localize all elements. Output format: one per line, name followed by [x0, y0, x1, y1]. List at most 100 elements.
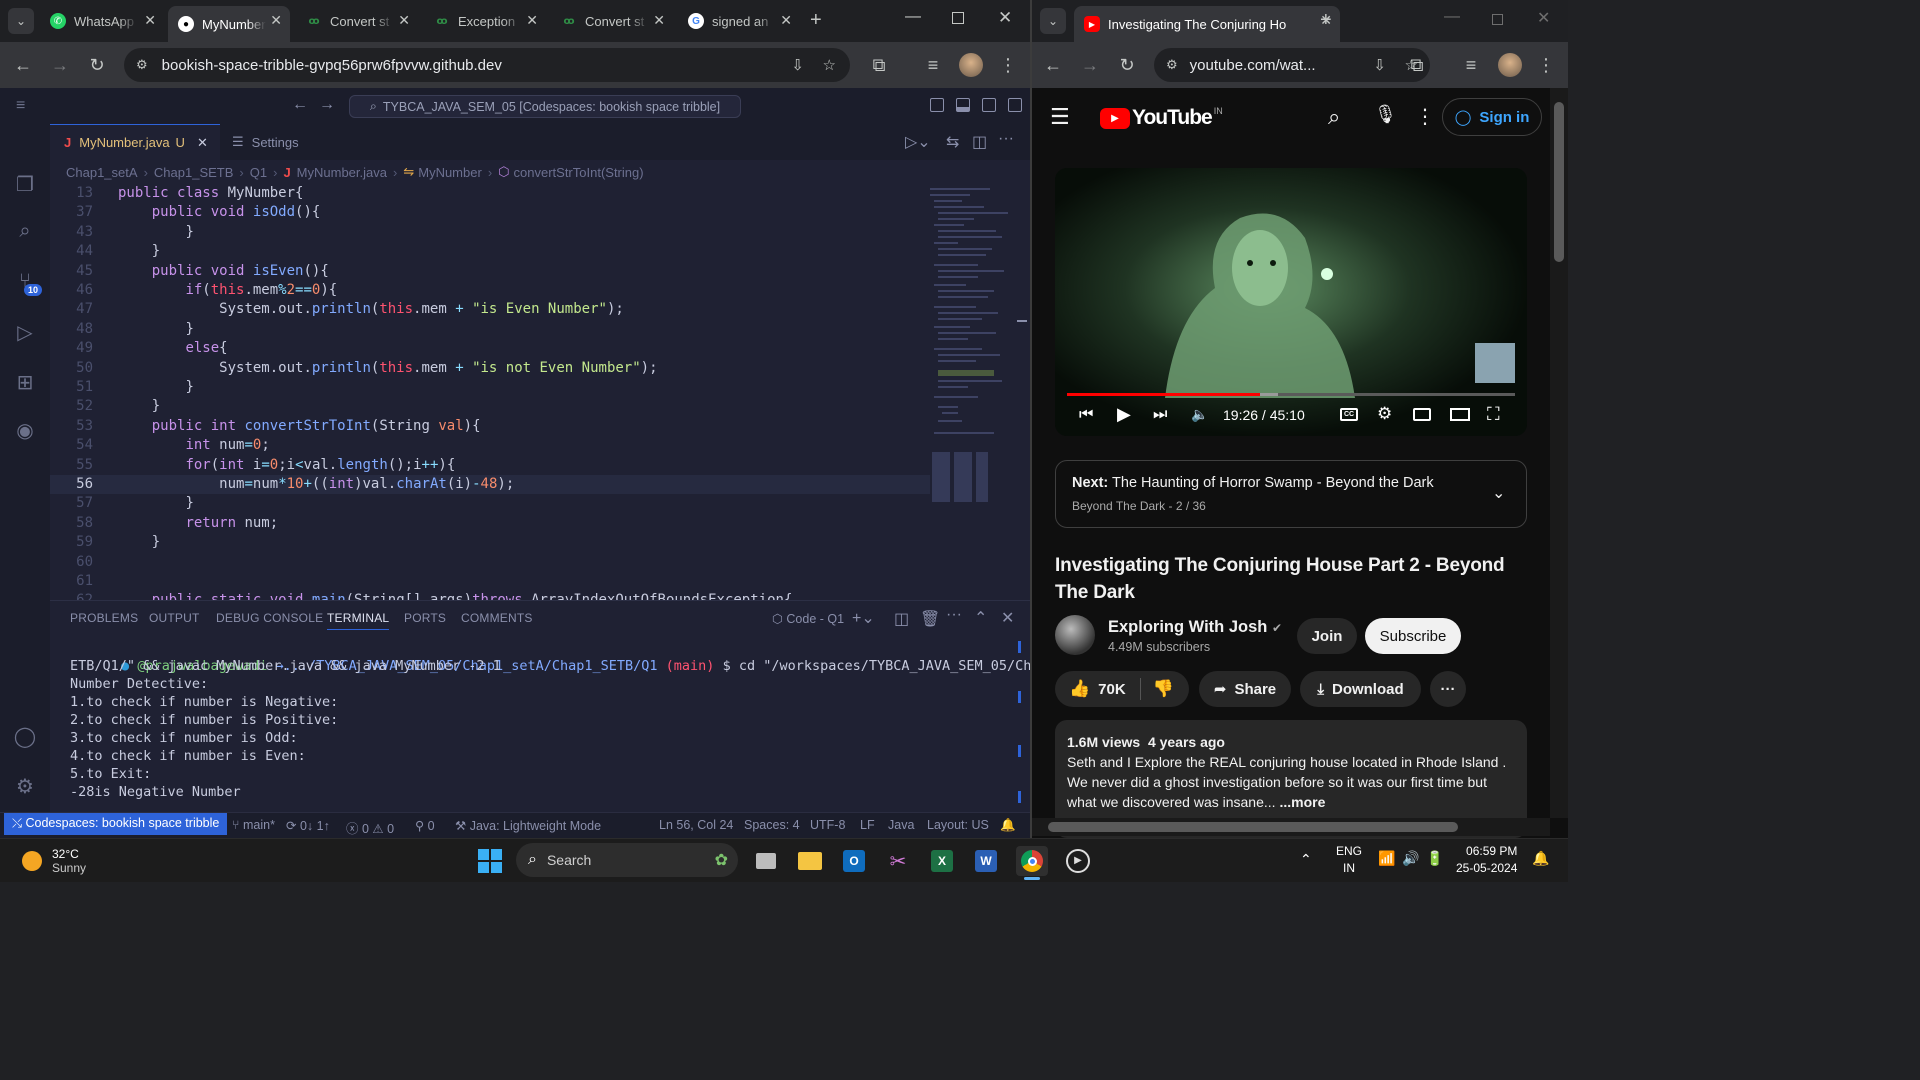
code-line[interactable]: 56 num=num*10+((int)val.charAt(i)-48); [50, 475, 930, 495]
fullscreen-icon[interactable]: ⛶ [1487, 404, 1500, 425]
more-actions-button[interactable]: ··· [1430, 671, 1466, 707]
media-control-icon[interactable]: ≡ [922, 54, 944, 76]
address-bar[interactable]: ⚙ youtube.com/wat... ⇩ ☆ [1154, 48, 1430, 82]
close-tab-icon[interactable]: ✕ [144, 12, 156, 29]
code-line[interactable]: 46 if(this.mem%2==0){ [50, 281, 930, 300]
toggle-panel-icon[interactable] [956, 98, 970, 112]
start-button[interactable] [474, 846, 506, 876]
code-line[interactable]: 53 public int convertStrToInt(String val… [50, 417, 930, 436]
site-info-icon[interactable]: ⚙ [136, 57, 148, 73]
code-line[interactable]: 60 [50, 553, 930, 572]
encoding-status[interactable]: UTF-8 [810, 818, 845, 832]
install-app-icon[interactable]: ⇩ [791, 56, 804, 74]
maximize-button[interactable] [1492, 14, 1503, 25]
video-player[interactable]: ⏮ ▶ ⏭ 🔈 19:26 / 45:10 CC ⚙ ⛶ [1055, 168, 1527, 436]
sign-in-button[interactable]: ◯ Sign in [1442, 98, 1542, 136]
url-text[interactable]: bookish-space-tribble-gvpq56prw6fpvvw.gi… [162, 57, 502, 74]
code-line[interactable]: 44 } [50, 242, 930, 261]
notification-bell-icon[interactable]: 🔔 [1532, 850, 1549, 867]
code-line[interactable]: 57 } [50, 494, 930, 513]
taskbar-media-player[interactable]: ▶ [1062, 846, 1094, 876]
accounts-icon[interactable]: ◯ [13, 724, 37, 748]
panel-tab-debug-console[interactable]: DEBUG CONSOLE [216, 611, 323, 625]
theater-mode-icon[interactable] [1450, 408, 1470, 421]
editor-scrollbar[interactable] [1016, 184, 1028, 600]
channel-name[interactable]: Exploring With Josh [1108, 618, 1267, 636]
customize-layout-icon[interactable] [1008, 98, 1022, 112]
run-icon[interactable]: ▷⌄ [905, 132, 931, 152]
tab-convert-2[interactable]: ꝏ Convert st ✕ [551, 6, 673, 36]
code-line[interactable]: 13 public class MyNumber{ [50, 184, 930, 203]
code-line[interactable]: 49 else{ [50, 339, 930, 358]
code-line[interactable]: 51 } [50, 378, 930, 397]
menu-icon[interactable]: ≡ [16, 97, 25, 115]
minimize-button[interactable]: — [905, 8, 921, 26]
bookmark-star-icon[interactable]: ☆ [823, 56, 836, 74]
settings-gear-icon[interactable]: ⚙ [1377, 404, 1392, 424]
eol-status[interactable]: LF [860, 818, 875, 832]
cursor-position[interactable]: Ln 56, Col 24 [659, 818, 733, 832]
code-line[interactable]: 61 [50, 572, 930, 591]
dislike-button[interactable]: 👎 [1153, 679, 1174, 699]
profile-avatar[interactable] [959, 53, 983, 77]
code-line[interactable]: 37 public void isOdd(){ [50, 203, 930, 222]
code-line[interactable]: 59 } [50, 533, 930, 552]
problems-status[interactable]: ⓧ 0 ⚠ 0 [346, 818, 394, 837]
explorer-icon[interactable]: ❐ [13, 172, 37, 196]
nav-forward-icon[interactable]: → [319, 96, 335, 114]
toggle-secondary-sidebar-icon[interactable] [982, 98, 996, 112]
sync-status[interactable]: ⟳ 0↓ 1↑ [286, 818, 330, 833]
site-info-icon[interactable]: ⚙ [1166, 57, 1178, 73]
keyboard-layout-status[interactable]: Layout: US [927, 818, 989, 832]
install-app-icon[interactable]: ⇩ [1373, 56, 1386, 74]
code-line[interactable]: 48 } [50, 320, 930, 339]
panel-tab-comments[interactable]: COMMENTS [461, 611, 533, 625]
subscribe-button[interactable]: Subscribe [1365, 618, 1461, 654]
terminal-scrollbar[interactable] [1018, 641, 1021, 803]
panel-tab-ports[interactable]: PORTS [404, 611, 446, 625]
play-icon[interactable]: ▶ [1117, 404, 1131, 425]
maximize-panel-icon[interactable]: ⌃ [974, 608, 987, 628]
like-button[interactable]: 👍 70K [1069, 679, 1126, 699]
wifi-icon[interactable]: 📶 [1378, 850, 1395, 867]
taskbar-chrome[interactable] [1016, 846, 1048, 880]
code-line[interactable]: 55 for(int i=0;i<val.length();i++){ [50, 456, 930, 475]
split-terminal-icon[interactable]: ◫ [894, 609, 909, 629]
horizontal-scrollbar[interactable] [1032, 818, 1550, 836]
next-icon[interactable]: ⏭ [1153, 406, 1167, 424]
maximize-button[interactable] [952, 12, 964, 24]
close-tab-icon[interactable]: ✕ [653, 12, 665, 29]
code-line[interactable]: 62 public static void main(String[] args… [50, 591, 930, 600]
scroll-thumb[interactable] [1554, 102, 1564, 262]
close-tab-icon[interactable]: ✕ [270, 12, 282, 29]
reload-icon[interactable]: ↻ [1116, 54, 1138, 76]
compare-changes-icon[interactable]: ⇆ [946, 132, 959, 152]
battery-icon[interactable]: 🔋 [1426, 850, 1443, 867]
settings-more-icon[interactable]: ⋮ [1415, 104, 1435, 129]
show-hidden-icons[interactable]: ⌃ [1300, 851, 1312, 868]
tab-mynumber[interactable]: ● MyNumber ✕ [168, 6, 290, 42]
tab-search-button[interactable]: ⌄ [1040, 8, 1066, 34]
extensions-icon[interactable]: ⧉ [868, 54, 890, 76]
volume-icon[interactable]: 🔈 [1191, 406, 1208, 423]
tab-youtube[interactable]: ▶ Investigating The Conjuring Ho ✕ [1074, 6, 1340, 42]
miniplayer-icon[interactable] [1413, 408, 1431, 421]
media-control-icon[interactable]: ≡ [1460, 54, 1482, 76]
youtube-logo[interactable]: ▶ YouTube IN [1100, 106, 1223, 130]
playlist-next-panel[interactable]: Next: The Haunting of Horror Swamp - Bey… [1055, 460, 1527, 528]
breadcrumb-item[interactable]: convertStrToInt(String) [514, 165, 644, 180]
tab-google[interactable]: G signed an ✕ [678, 6, 800, 36]
close-tab-icon[interactable]: ✕ [398, 12, 410, 29]
volume-icon[interactable]: 🔊 [1402, 850, 1419, 867]
weather-widget[interactable]: 32°C Sunny [22, 847, 86, 875]
vertical-scrollbar[interactable] [1550, 88, 1568, 818]
show-more-link[interactable]: ...more [1279, 794, 1325, 810]
close-tab-icon[interactable]: ✕ [780, 12, 792, 29]
address-bar[interactable]: ⚙ bookish-space-tribble-gvpq56prw6fpvvw.… [124, 48, 850, 82]
language-status[interactable]: Java [888, 818, 914, 832]
ports-status[interactable]: ⚲ 0 [415, 818, 435, 833]
join-button[interactable]: Join [1297, 618, 1357, 654]
more-actions-icon[interactable]: ··· [946, 606, 962, 624]
notifications-bell-icon[interactable]: 🔔 [1000, 818, 1016, 833]
captions-icon[interactable]: CC [1340, 408, 1358, 421]
